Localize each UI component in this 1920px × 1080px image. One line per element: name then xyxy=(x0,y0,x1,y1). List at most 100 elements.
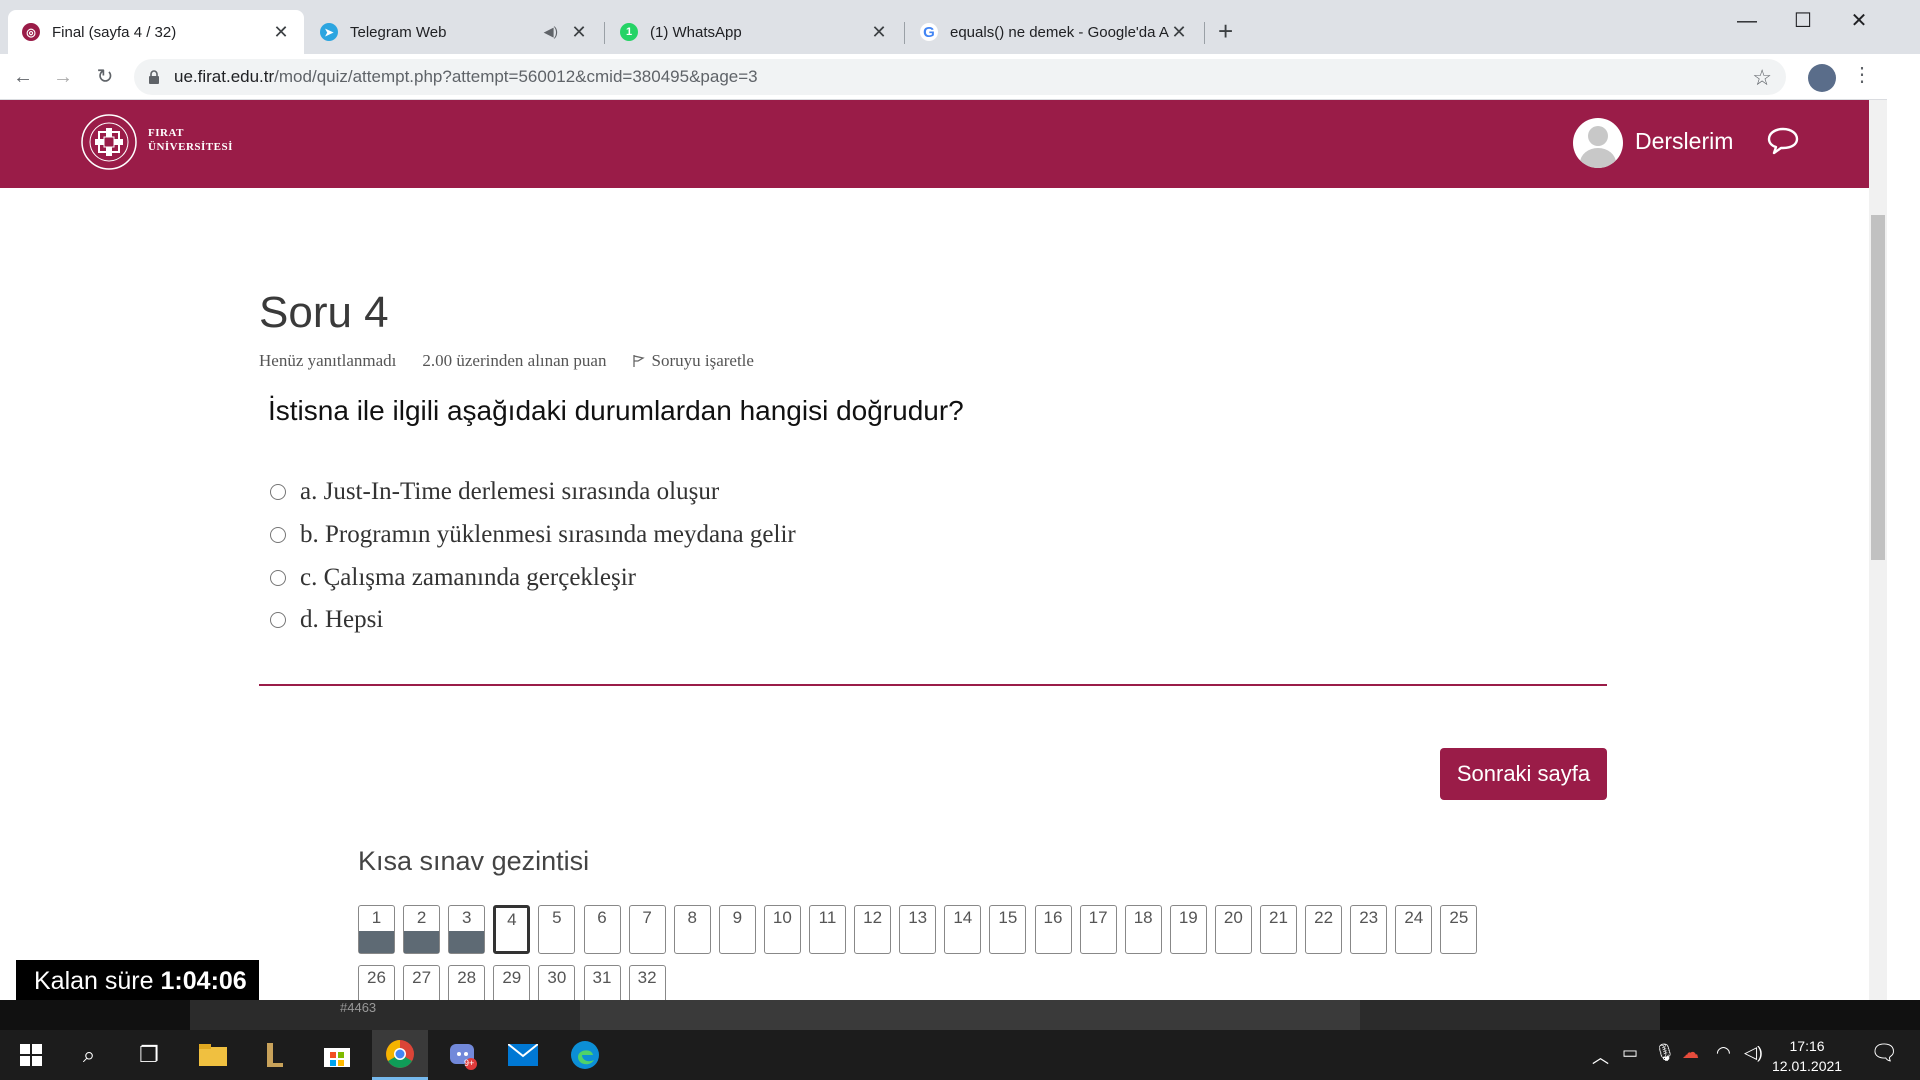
edge-icon[interactable] xyxy=(568,1038,602,1072)
quiz-nav-button-13[interactable]: 13 xyxy=(899,905,937,954)
answer-option-d[interactable]: d. Hepsi xyxy=(270,606,383,634)
back-arrow-icon[interactable]: ← xyxy=(8,62,38,92)
quiz-nav-button-25[interactable]: 25 xyxy=(1440,905,1478,954)
profile-avatar[interactable] xyxy=(1808,64,1836,92)
wifi-icon[interactable]: ◠ xyxy=(1716,1043,1731,1063)
strip-label: #4463 xyxy=(340,1000,377,1015)
quiz-nav-number: 17 xyxy=(1088,908,1108,927)
bookmark-star-icon[interactable]: ☆ xyxy=(1752,65,1772,91)
quiz-nav-button-12[interactable]: 12 xyxy=(854,905,892,954)
microphone-icon[interactable]: 🎙 xyxy=(1654,1043,1676,1063)
time-remaining: Kalan süre 1:04:06 xyxy=(16,960,259,1003)
tab-final[interactable]: ◎ Final (sayfa 4 / 32) ✕ xyxy=(8,10,304,54)
answer-label: b. Programın yüklenmesi sırasında meydan… xyxy=(300,521,796,548)
notifications-icon[interactable]: 🗨 xyxy=(1870,1040,1898,1066)
quiz-nav-button-24[interactable]: 24 xyxy=(1395,905,1433,954)
messages-icon[interactable] xyxy=(1766,126,1800,156)
task-view-icon[interactable]: ❐ xyxy=(132,1038,166,1072)
tab-separator xyxy=(1204,22,1205,44)
close-window-icon[interactable]: ✕ xyxy=(1836,6,1882,36)
quiz-nav-number: 15 xyxy=(998,908,1018,927)
chrome-icon[interactable] xyxy=(372,1030,428,1080)
quiz-nav-button-20[interactable]: 20 xyxy=(1214,905,1252,954)
university-seal-icon[interactable] xyxy=(80,113,138,171)
quiz-nav-button-18[interactable]: 18 xyxy=(1124,905,1162,954)
next-page-button[interactable]: Sonraki sayfa xyxy=(1440,748,1607,800)
university-name[interactable]: FIRAT ÜNİVERSİTESİ xyxy=(148,126,233,154)
quiz-nav-number: 25 xyxy=(1449,908,1469,927)
quiz-nav-number: 28 xyxy=(457,968,477,987)
quiz-nav-button-17[interactable]: 17 xyxy=(1079,905,1117,954)
lock-icon xyxy=(149,70,159,84)
new-tab-button[interactable]: + xyxy=(1218,16,1233,47)
volume-icon[interactable]: ◁) xyxy=(1744,1043,1763,1063)
search-icon[interactable]: ⌕ xyxy=(72,1038,106,1072)
tab-title: (1) WhatsApp xyxy=(650,23,742,41)
quiz-nav-button-6[interactable]: 6 xyxy=(583,905,621,954)
quiz-nav-button-14[interactable]: 14 xyxy=(944,905,982,954)
quiz-nav-button-23[interactable]: 23 xyxy=(1350,905,1388,954)
clock-time: 17:16 xyxy=(1789,1038,1825,1054)
answer-option-c[interactable]: c. Çalışma zamanında gerçekleşir xyxy=(270,564,636,592)
browser-menu-icon[interactable]: ⋮ xyxy=(1852,62,1872,87)
radio-button[interactable] xyxy=(270,612,286,628)
answer-option-a[interactable]: a. Just-In-Time derlemesi sırasında oluş… xyxy=(270,478,719,506)
scrollbar-thumb[interactable] xyxy=(1871,215,1885,560)
reload-icon[interactable]: ↻ xyxy=(90,62,120,92)
quiz-nav-button-19[interactable]: 19 xyxy=(1169,905,1207,954)
quiz-nav-button-1[interactable]: 1 xyxy=(358,905,395,954)
tab-google[interactable]: G equals() ne demek - Google'da A ✕ xyxy=(906,10,1202,54)
tab-whatsapp[interactable]: 1 (1) WhatsApp ✕ xyxy=(606,10,902,54)
quiz-nav-number: 21 xyxy=(1269,908,1288,927)
minimize-icon[interactable]: — xyxy=(1724,6,1770,36)
battery-icon[interactable]: ▭ xyxy=(1622,1043,1638,1063)
onedrive-icon[interactable]: ☁ xyxy=(1682,1043,1699,1063)
quiz-nav-number: 20 xyxy=(1223,908,1243,927)
close-tab-icon[interactable]: ✕ xyxy=(870,22,888,43)
question-text: İstisna ile ilgili aşağıdaki durumlardan… xyxy=(268,395,964,426)
maximize-icon[interactable]: ☐ xyxy=(1780,6,1826,36)
quiz-nav-button-5[interactable]: 5 xyxy=(538,905,576,954)
file-explorer-icon[interactable] xyxy=(196,1038,230,1072)
radio-button[interactable] xyxy=(270,527,286,543)
windows-start-icon[interactable] xyxy=(14,1038,48,1072)
game-launcher-icon[interactable] xyxy=(258,1038,292,1072)
quiz-nav-number: 11 xyxy=(818,908,837,927)
courses-link[interactable]: Derslerim xyxy=(1635,128,1733,155)
quiz-nav-button-8[interactable]: 8 xyxy=(673,905,711,954)
quiz-nav-number: 2 xyxy=(416,908,427,927)
quiz-nav-button-7[interactable]: 7 xyxy=(628,905,666,954)
mail-icon[interactable] xyxy=(506,1038,540,1072)
store-icon[interactable] xyxy=(320,1038,354,1072)
close-tab-icon[interactable]: ✕ xyxy=(1170,22,1188,43)
close-tab-icon[interactable]: ✕ xyxy=(272,22,290,43)
question-points: 2.00 üzerinden alınan puan xyxy=(422,351,607,370)
quiz-nav-button-15[interactable]: 15 xyxy=(989,905,1027,954)
discord-icon[interactable]: 9+ xyxy=(446,1038,480,1072)
system-clock[interactable]: 17:16 12.01.2021 xyxy=(1772,1036,1842,1076)
tab-telegram[interactable]: ➤ Telegram Web ◀) ✕ xyxy=(306,10,602,54)
quiz-nav-button-3[interactable]: 3 xyxy=(448,905,486,954)
speaker-icon[interactable]: ◀) xyxy=(544,24,558,40)
quiz-nav-button-4[interactable]: 4 xyxy=(493,905,531,954)
quiz-nav-button-21[interactable]: 21 xyxy=(1260,905,1297,954)
close-tab-icon[interactable]: ✕ xyxy=(570,22,588,43)
radio-button[interactable] xyxy=(270,484,286,500)
forward-arrow-icon[interactable]: → xyxy=(48,62,78,92)
tray-chevron-up-icon[interactable]: ︿ xyxy=(1592,1043,1609,1068)
url-path: /mod/quiz/attempt.php?attempt=560012&cmi… xyxy=(274,67,758,86)
quiz-nav-number: 27 xyxy=(412,968,432,987)
quiz-nav-button-16[interactable]: 16 xyxy=(1034,905,1072,954)
quiz-navigation-title: Kısa sınav gezintisi xyxy=(358,846,590,876)
answer-option-b[interactable]: b. Programın yüklenmesi sırasında meydan… xyxy=(270,521,796,549)
user-avatar[interactable] xyxy=(1573,118,1623,168)
quiz-nav-button-10[interactable]: 10 xyxy=(763,905,801,954)
quiz-nav-button-2[interactable]: 2 xyxy=(403,905,441,954)
radio-button[interactable] xyxy=(270,570,286,586)
quiz-nav-button-9[interactable]: 9 xyxy=(718,905,756,954)
quiz-nav-button-11[interactable]: 11 xyxy=(809,905,846,954)
flag-question-link[interactable]: Soruyu işaretle xyxy=(632,351,779,371)
quiz-nav-number: 29 xyxy=(502,968,522,987)
quiz-nav-button-22[interactable]: 22 xyxy=(1305,905,1343,954)
address-bar[interactable]: ue.firat.edu.tr/mod/quiz/attempt.php?att… xyxy=(134,59,1786,95)
